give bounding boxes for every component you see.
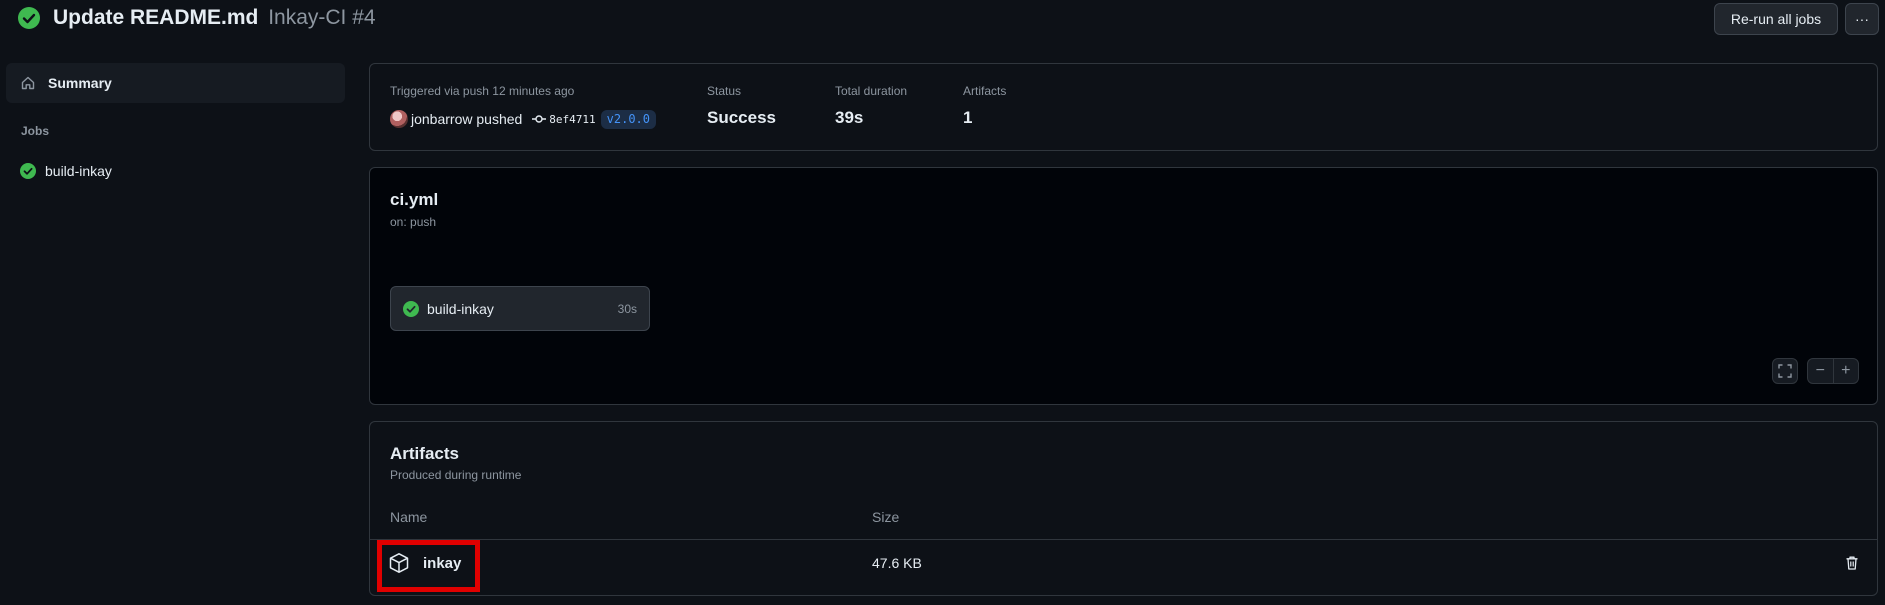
artifacts-panel: Artifacts Produced during runtime Name S…: [369, 421, 1878, 596]
zoom-controls: − +: [1807, 358, 1859, 384]
fullscreen-button[interactable]: [1772, 358, 1798, 384]
status-label: Status: [707, 84, 742, 98]
actor-link[interactable]: jonbarrow pushed: [411, 111, 522, 127]
workflow-run-name[interactable]: Inkay-CI #4: [268, 6, 375, 29]
artifacts-title: Artifacts: [390, 444, 459, 463]
duration-label: Total duration: [835, 84, 908, 98]
page-title: Update README.md Inkay-CI #4: [53, 6, 376, 30]
column-header-name: Name: [390, 509, 428, 525]
artifact-download-link[interactable]: inkay: [388, 550, 461, 576]
status-value: Success: [707, 108, 776, 127]
trash-icon[interactable]: [1844, 555, 1860, 571]
graph-job-build-inkay[interactable]: build-inkay 30s: [390, 286, 650, 331]
artifacts-subtitle: Produced during runtime: [390, 468, 522, 482]
sidebar-item-label: Summary: [48, 75, 112, 91]
graph-job-label: build-inkay: [427, 300, 494, 317]
workflow-trigger: on: push: [390, 215, 437, 229]
table-row: inkay 47.6 KB: [370, 539, 1877, 595]
workflow-graph-panel: ci.yml on: push build-inkay 30s − +: [369, 167, 1878, 405]
graph-job-duration: 30s: [617, 301, 637, 316]
sidebar-item-build-inkay[interactable]: build-inkay: [20, 161, 112, 181]
sidebar-item-summary[interactable]: Summary: [6, 63, 345, 103]
home-icon: [20, 75, 36, 91]
zoom-out-button[interactable]: −: [1808, 359, 1833, 383]
zoom-in-button[interactable]: +: [1833, 359, 1858, 383]
rerun-all-jobs-button[interactable]: Re-run all jobs: [1714, 3, 1838, 35]
package-icon: [388, 552, 410, 574]
more-options-button[interactable]: ···: [1845, 3, 1879, 35]
success-check-icon: [18, 7, 40, 29]
artifact-size: 47.6 KB: [872, 555, 922, 571]
run-summary-panel: Triggered via push 12 minutes ago jonbar…: [369, 63, 1878, 151]
jobs-heading: Jobs: [21, 124, 50, 138]
trigger-details: jonbarrow pushed 8ef4711 v2.0.0: [390, 109, 657, 129]
ref-tag-badge[interactable]: v2.0.0: [600, 109, 657, 129]
sidebar-item-label: build-inkay: [45, 163, 112, 179]
screen-full-icon: [1778, 364, 1792, 378]
kebab-horizontal-icon: ···: [1855, 11, 1869, 27]
success-check-icon: [403, 300, 419, 317]
trigger-label: Triggered via push 12 minutes ago: [390, 84, 575, 98]
avatar[interactable]: [390, 110, 408, 128]
commit-title: Update README.md: [53, 6, 259, 29]
success-check-icon: [20, 163, 36, 179]
duration-value: 39s: [835, 108, 864, 127]
commit-sha-link[interactable]: 8ef4711: [549, 113, 595, 126]
artifacts-label: Artifacts: [963, 84, 1007, 98]
column-header-size: Size: [872, 509, 900, 525]
git-commit-icon: [531, 111, 547, 127]
artifacts-count[interactable]: 1: [963, 108, 972, 128]
run-header: Update README.md Inkay-CI #4 Re-run all …: [0, 0, 1885, 40]
artifact-name: inkay: [423, 554, 462, 572]
workflow-file-name: ci.yml: [390, 190, 439, 209]
